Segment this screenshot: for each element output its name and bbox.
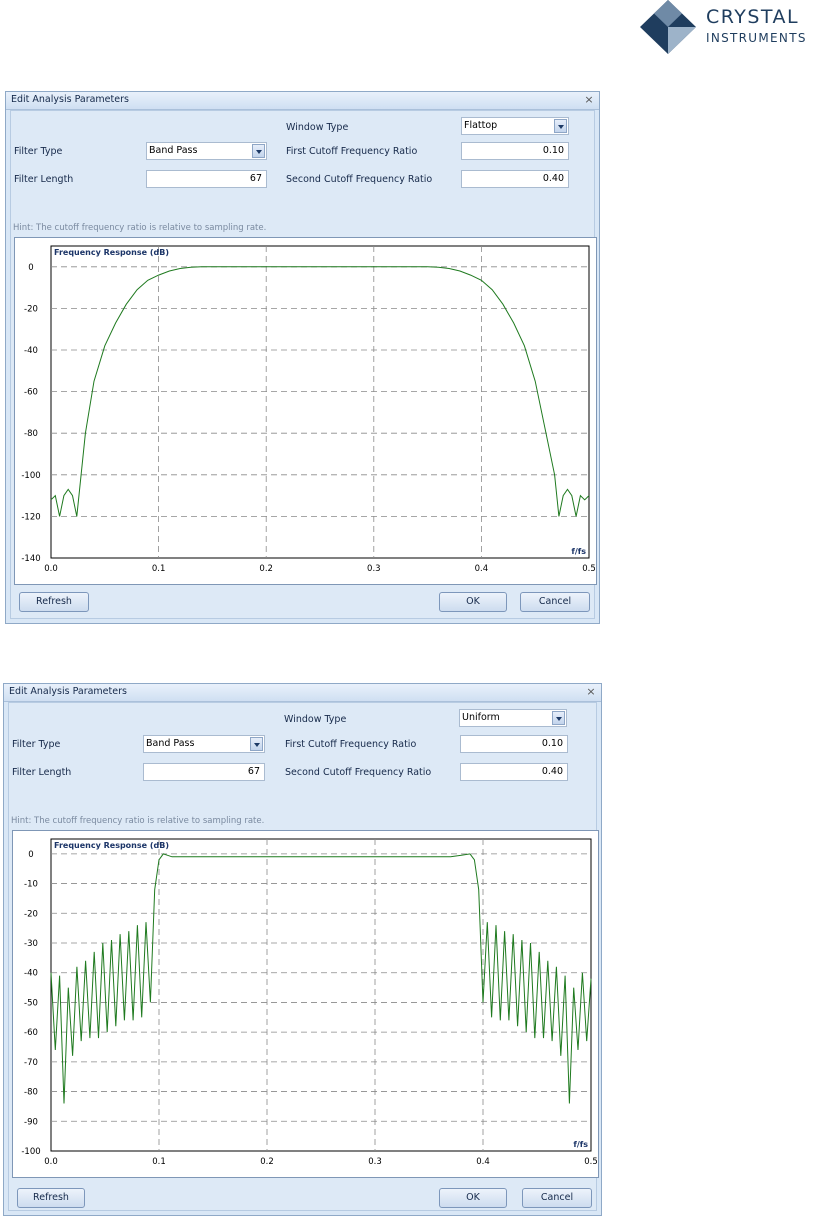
filter-type-label: Filter Type	[12, 739, 61, 750]
refresh-button[interactable]: Refresh	[17, 1188, 85, 1208]
logo-text-instruments: INSTRUMENTS	[706, 31, 807, 45]
refresh-button[interactable]: Refresh	[19, 592, 89, 612]
filter-type-select[interactable]: Band Pass	[146, 142, 267, 160]
edit-analysis-dialog-2: Edit Analysis Parameters × Window Type U…	[3, 683, 602, 1216]
filter-type-label: Filter Type	[14, 146, 63, 157]
y-tick-label: 0	[28, 263, 33, 273]
chart-svg: 0 -20 -40 -60 -80 -100 -120 -140 0.0 0.1 0.2 0.3 0.4…	[21, 245, 596, 574]
cancel-button[interactable]: Cancel	[522, 1188, 592, 1208]
chart-title: Frequency Response (dB)	[54, 248, 169, 257]
chart-svg: 0 -10 -20 -30 -40 -50 -60 -70 -80 -90 -100 0.0 0.1 0.…	[21, 838, 598, 1167]
y-tick-label: -120	[21, 512, 40, 522]
filter-length-label: Filter Length	[14, 174, 74, 185]
y-tick-label: -100	[21, 1147, 40, 1157]
y-tick-label: -60	[24, 388, 38, 398]
filter-length-label: Filter Length	[12, 767, 72, 778]
x-tick-label: 0.0	[44, 564, 58, 574]
filter-length-input[interactable]: 67	[146, 170, 267, 188]
logo-text-crystal: CRYSTAL	[706, 6, 800, 28]
y-tick-label: -20	[24, 909, 38, 919]
y-tick-label: 0	[28, 850, 33, 860]
dialog-title: Edit Analysis Parameters	[11, 94, 129, 105]
crystal-instruments-logo: CRYSTAL INSTRUMENTS	[640, 0, 817, 55]
x-tick-label: 0.2	[260, 1157, 274, 1167]
x-tick-label: 0.0	[44, 1157, 58, 1167]
second-cutoff-label: Second Cutoff Frequency Ratio	[286, 174, 433, 185]
x-axis-unit-label: f/fs	[571, 547, 586, 556]
window-type-value: Uniform	[462, 712, 500, 723]
x-tick-label: 0.1	[152, 564, 166, 574]
edit-analysis-dialog-1: Edit Analysis Parameters × Window Type F…	[5, 91, 600, 624]
filter-type-select[interactable]: Band Pass	[143, 735, 265, 753]
dialog-titlebar[interactable]: Edit Analysis Parameters ×	[4, 684, 601, 702]
y-tick-label: -40	[24, 969, 38, 979]
plot-area	[50, 245, 590, 559]
y-tick-label: -80	[24, 429, 38, 439]
y-tick-label: -60	[24, 1028, 38, 1038]
y-tick-label: -40	[24, 346, 38, 356]
chevron-down-icon[interactable]	[554, 119, 567, 133]
window-type-select[interactable]: Uniform	[459, 709, 567, 727]
frequency-response-chart: 0 -20 -40 -60 -80 -100 -120 -140 0.0 0.1 0.2 0.3 0.4…	[14, 237, 597, 585]
cancel-button[interactable]: Cancel	[520, 592, 590, 612]
x-tick-label: 0.5	[582, 564, 596, 574]
chevron-down-icon[interactable]	[252, 144, 265, 158]
x-tick-label: 0.1	[152, 1157, 166, 1167]
window-type-select[interactable]: Flattop	[461, 117, 569, 135]
filter-type-value: Band Pass	[149, 145, 198, 156]
chevron-down-icon[interactable]	[250, 737, 263, 751]
x-tick-label: 0.3	[367, 564, 381, 574]
hint-text: Hint: The cutoff frequency ratio is rela…	[11, 816, 265, 826]
hint-text: Hint: The cutoff frequency ratio is rela…	[13, 223, 267, 233]
close-icon[interactable]: ×	[583, 93, 595, 106]
y-tick-label: -10	[24, 880, 38, 890]
frequency-response-chart: 0 -10 -20 -30 -40 -50 -60 -70 -80 -90 -100 0.0 0.1 0.…	[12, 830, 599, 1178]
y-tick-label: -30	[24, 939, 38, 949]
chart-title: Frequency Response (dB)	[54, 841, 169, 850]
window-type-label: Window Type	[284, 714, 347, 725]
x-axis-unit-label: f/fs	[573, 1140, 588, 1149]
y-tick-label: -70	[24, 1058, 38, 1068]
filter-length-input[interactable]: 67	[143, 763, 265, 781]
y-tick-label: -80	[24, 1088, 38, 1098]
x-tick-label: 0.4	[476, 1157, 490, 1167]
second-cutoff-label: Second Cutoff Frequency Ratio	[285, 767, 432, 778]
second-cutoff-input[interactable]: 0.40	[461, 170, 569, 188]
x-tick-label: 0.4	[475, 564, 489, 574]
first-cutoff-input[interactable]: 0.10	[461, 142, 569, 160]
y-tick-label: -100	[21, 471, 40, 481]
first-cutoff-label: First Cutoff Frequency Ratio	[286, 146, 418, 157]
close-icon[interactable]: ×	[585, 685, 597, 698]
chevron-down-icon[interactable]	[552, 711, 565, 725]
dialog-title: Edit Analysis Parameters	[9, 686, 127, 697]
ok-button[interactable]: OK	[439, 592, 507, 612]
y-tick-label: -140	[21, 554, 40, 564]
ok-button[interactable]: OK	[439, 1188, 507, 1208]
x-tick-label: 0.5	[584, 1157, 598, 1167]
parameters-panel: Window Type Uniform Filter Type Band Pas…	[8, 702, 599, 1211]
y-tick-label: -50	[24, 998, 38, 1008]
parameters-panel: Window Type Flattop Filter Type Band Pas…	[10, 110, 597, 619]
y-tick-label: -20	[24, 304, 38, 314]
first-cutoff-input[interactable]: 0.10	[460, 735, 568, 753]
logo-diamond-icon	[640, 0, 696, 54]
y-tick-label: -90	[24, 1117, 38, 1127]
filter-type-value: Band Pass	[146, 738, 195, 749]
dialog-titlebar[interactable]: Edit Analysis Parameters ×	[6, 92, 599, 110]
window-type-value: Flattop	[464, 120, 498, 131]
first-cutoff-label: First Cutoff Frequency Ratio	[285, 739, 417, 750]
x-tick-label: 0.3	[368, 1157, 382, 1167]
second-cutoff-input[interactable]: 0.40	[460, 763, 568, 781]
window-type-label: Window Type	[286, 122, 349, 133]
x-tick-label: 0.2	[259, 564, 273, 574]
